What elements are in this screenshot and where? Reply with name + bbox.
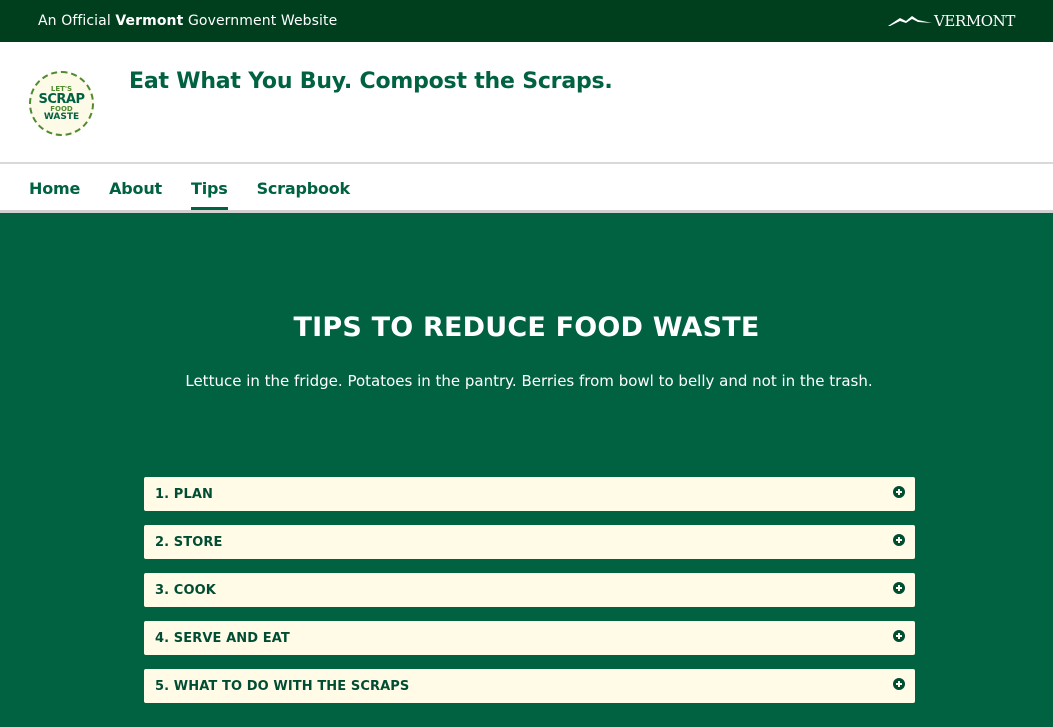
nav-item-home[interactable]: Home	[29, 164, 80, 211]
official-government-banner: An Official Vermont Government Website V…	[0, 0, 1053, 42]
tips-accordion: 1. PLAN 2. STORE 3. COOK 4. SERVE AND EA…	[144, 477, 915, 717]
intro-text: Lettuce in the fridge. Potatoes in the p…	[185, 372, 873, 390]
vermont-wordmark: VERMONT	[933, 12, 1015, 30]
accordion-item-plan[interactable]: 1. PLAN	[144, 477, 915, 511]
site-header: LET'S SCRAP FOOD WASTE Eat What You Buy.…	[0, 42, 1053, 164]
main-content: TIPS TO REDUCE FOOD WASTE Lettuce in the…	[0, 213, 1053, 727]
plus-circle-icon[interactable]	[893, 678, 905, 690]
lets-scrap-food-waste-logo[interactable]: LET'S SCRAP FOOD WASTE	[29, 71, 94, 136]
plus-circle-icon[interactable]	[893, 582, 905, 594]
nav-item-about[interactable]: About	[109, 164, 162, 211]
accordion-item-cook[interactable]: 3. COOK	[144, 573, 915, 607]
accordion-item-store[interactable]: 2. STORE	[144, 525, 915, 559]
accordion-label: 2. STORE	[155, 534, 223, 550]
nav-item-tips[interactable]: Tips	[190, 164, 228, 210]
official-site-notice: An Official Vermont Government Website	[38, 13, 338, 29]
mountain-icon	[887, 16, 932, 26]
nav-item-scrapbook[interactable]: Scrapbook	[257, 164, 351, 211]
accordion-label: 4. SERVE AND EAT	[155, 630, 290, 646]
plus-circle-icon[interactable]	[893, 486, 905, 498]
accordion-item-serve-and-eat[interactable]: 4. SERVE AND EAT	[144, 621, 915, 655]
state-name: Vermont	[115, 13, 184, 29]
accordion-label: 5. WHAT TO DO WITH THE SCRAPS	[155, 678, 410, 694]
main-navigation: Home About Tips Scrapbook	[0, 164, 1053, 213]
accordion-label: 1. PLAN	[155, 486, 213, 502]
vermont-state-logo-link[interactable]: VERMONT	[887, 12, 1015, 30]
page-heading: TIPS TO REDUCE FOOD WASTE	[293, 312, 760, 343]
plus-circle-icon[interactable]	[893, 534, 905, 546]
site-title: Eat What You Buy. Compost the Scraps.	[129, 69, 613, 94]
accordion-label: 3. COOK	[155, 582, 216, 598]
plus-circle-icon[interactable]	[893, 630, 905, 642]
accordion-item-scraps[interactable]: 5. WHAT TO DO WITH THE SCRAPS	[144, 669, 915, 703]
